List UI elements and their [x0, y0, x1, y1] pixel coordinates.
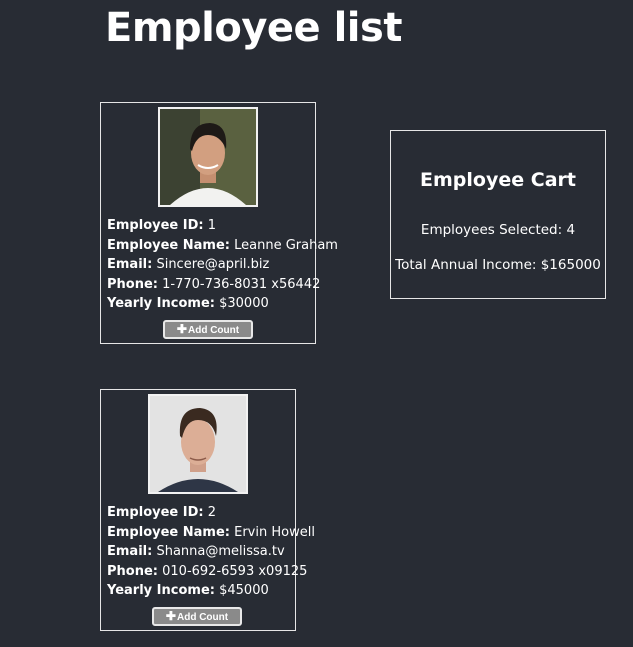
employee-card: Employee ID: 2 Employee Name: Ervin Howe…: [100, 389, 315, 631]
employee-id-label: Employee ID:: [107, 505, 204, 520]
employee-email-label: Email:: [107, 257, 153, 272]
employee-email-label: Email:: [107, 544, 153, 559]
employees-selected-text: Employees Selected: 4: [420, 222, 576, 238]
employee-phone-value: 010-692-6593 x09125: [162, 563, 308, 579]
employee-name-row: Employee Name: Leanne Graham: [107, 236, 338, 256]
employee-cart: Employee Cart Employees Selected: 4 Tota…: [390, 130, 606, 299]
plus-icon: ✚: [165, 609, 176, 623]
cart-title: Employee Cart: [420, 169, 576, 191]
employee-id-row: Employee ID: 1: [107, 216, 338, 236]
employee-name-row: Employee Name: Ervin Howell: [107, 523, 315, 543]
employee-id-value: 1: [207, 218, 217, 233]
employee-email-row: Email: Shanna@melissa.tv: [107, 542, 315, 562]
employee-id-value: 2: [207, 505, 217, 520]
add-count-label: Add Count: [176, 612, 229, 623]
employee-income-row: Yearly Income: $30000: [107, 294, 338, 314]
employee-photo-image: [150, 396, 246, 492]
employee-income-row: Yearly Income: $45000: [107, 581, 315, 601]
employee-email-row: Email: Sincere@april.biz: [107, 255, 338, 275]
employee-id-label: Employee ID:: [107, 218, 204, 233]
total-income-text: Total Annual Income: $165000: [395, 257, 601, 273]
employee-photo-image: [160, 109, 256, 205]
employee-phone-label: Phone:: [107, 276, 158, 292]
employee-email-value: Shanna@melissa.tv: [156, 544, 285, 559]
employee-info: Employee ID: 1 Employee Name: Leanne Gra…: [107, 216, 338, 314]
employee-phone-row: Phone: 010-692-6593 x09125: [107, 562, 315, 582]
employee-phone-row: Phone: 1-770-736-8031 x56442: [107, 275, 338, 295]
employee-income-label: Yearly Income:: [107, 296, 215, 311]
employee-phone-value: 1-770-736-8031 x56442: [162, 276, 321, 292]
employee-photo: [158, 107, 258, 207]
employee-email-value: Sincere@april.biz: [156, 257, 270, 272]
page-title: Employee list: [105, 5, 402, 51]
employee-info: Employee ID: 2 Employee Name: Ervin Howe…: [107, 503, 315, 601]
employee-name-label: Employee Name:: [107, 237, 230, 253]
employee-name-value: Leanne Graham: [234, 237, 338, 253]
employee-name-label: Employee Name:: [107, 524, 230, 540]
employee-photo: [148, 394, 248, 494]
employee-phone-label: Phone:: [107, 563, 158, 579]
employee-card: Employee ID: 1 Employee Name: Leanne Gra…: [100, 102, 338, 344]
employee-income-label: Yearly Income:: [107, 583, 215, 598]
add-count-button[interactable]: ✚Add Count: [163, 320, 253, 339]
employee-name-value: Ervin Howell: [234, 524, 315, 540]
employee-id-row: Employee ID: 2: [107, 503, 315, 523]
add-count-button[interactable]: ✚Add Count: [152, 607, 242, 626]
employee-income-value: $45000: [219, 583, 269, 598]
employee-income-value: $30000: [219, 296, 269, 311]
plus-icon: ✚: [176, 322, 187, 336]
add-count-label: Add Count: [187, 325, 240, 336]
